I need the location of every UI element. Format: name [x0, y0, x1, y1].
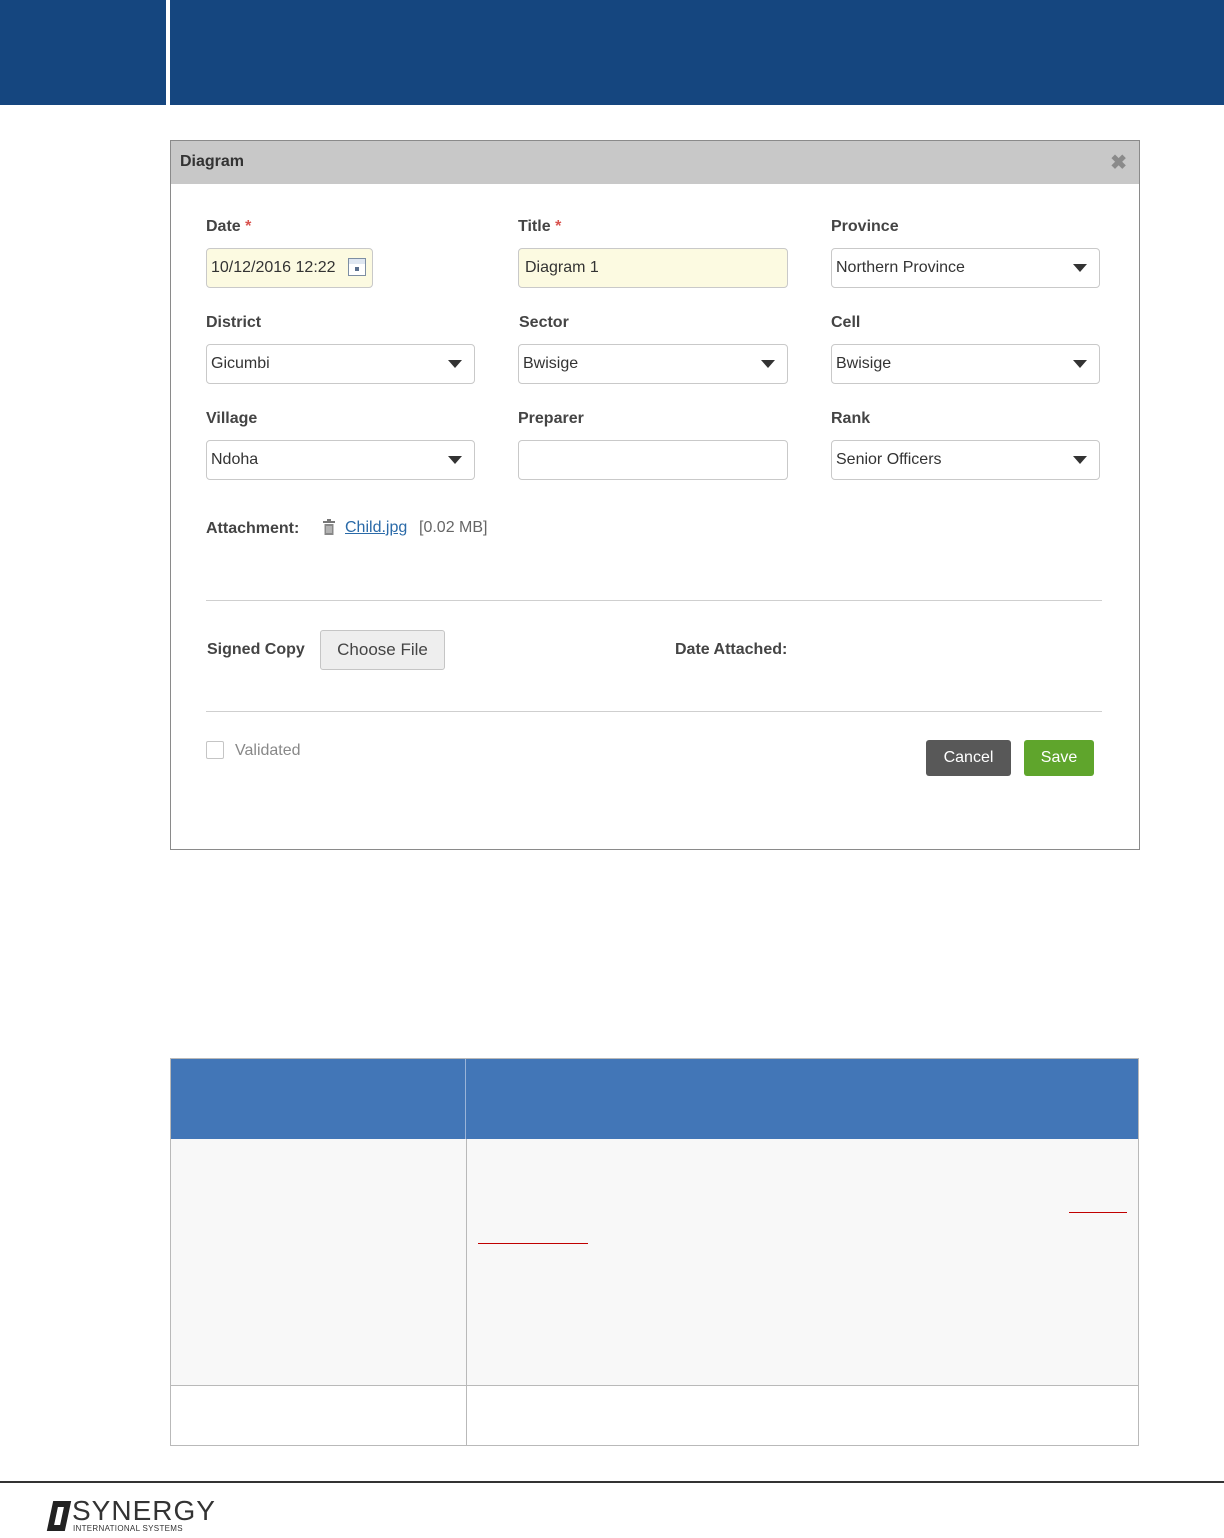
title-value: Diagram 1 [525, 259, 599, 276]
attachment-label: Attachment: [206, 520, 300, 537]
attachment-link[interactable]: Child.jpg [345, 519, 407, 537]
required-mark: * [555, 218, 562, 235]
validated-label: Validated [235, 742, 301, 759]
footer-rule [0, 1481, 1224, 1483]
cell-label: Cell [831, 314, 861, 331]
sector-label: Sector [519, 314, 569, 331]
table-header [171, 1059, 1138, 1139]
trash-icon[interactable] [323, 519, 335, 535]
date-label: Date * [206, 218, 251, 236]
title-label: Title * [518, 218, 561, 236]
chevron-down-icon [448, 456, 462, 464]
calendar-icon[interactable] [348, 258, 366, 276]
village-select[interactable]: Ndoha [206, 440, 475, 480]
hyperlink-underline [478, 1243, 588, 1244]
logo-text: SYNERGY [72, 1495, 216, 1526]
divider [206, 711, 1102, 712]
date-attached-label: Date Attached: [675, 641, 788, 658]
header-bar-right [170, 0, 1224, 105]
chevron-down-icon [761, 360, 775, 368]
village-value: Ndoha [211, 451, 259, 468]
date-value: 10/12/2016 12:22 [211, 259, 336, 276]
logo-subtext: INTERNATIONAL SYSTEMS [73, 1524, 183, 1533]
table-row [171, 1386, 1138, 1445]
chevron-down-icon [1073, 264, 1087, 272]
close-icon[interactable]: ✖ [1110, 150, 1127, 175]
district-select[interactable]: Gicumbi [206, 344, 475, 384]
sector-select[interactable]: Bwisige [518, 344, 788, 384]
title-label-text: Title [518, 218, 551, 235]
hyperlink-underline [1069, 1212, 1127, 1213]
validated-checkbox[interactable] [206, 741, 224, 759]
province-value: Northern Province [836, 259, 965, 276]
attachment-size: [0.02 MB] [419, 519, 488, 536]
district-label: District [206, 314, 262, 331]
province-select[interactable]: Northern Province [831, 248, 1100, 288]
cell-select[interactable]: Bwisige [831, 344, 1100, 384]
chevron-down-icon [1073, 456, 1087, 464]
table-header-cell [171, 1059, 466, 1139]
rank-label: Rank [831, 410, 871, 427]
required-mark: * [245, 218, 252, 235]
sector-value: Bwisige [523, 355, 579, 372]
diagram-dialog: Diagram ✖ Date * 10/12/2016 12:22 Title … [170, 140, 1140, 850]
title-input[interactable]: Diagram 1 [518, 248, 788, 288]
district-value: Gicumbi [211, 355, 270, 372]
table-row [171, 1139, 1138, 1386]
choose-file-button[interactable]: Choose File [320, 630, 445, 670]
dialog-header: Diagram ✖ [171, 141, 1139, 184]
chevron-down-icon [448, 360, 462, 368]
date-field[interactable]: 10/12/2016 12:22 [206, 248, 373, 288]
divider [206, 600, 1102, 601]
save-button[interactable]: Save [1024, 740, 1094, 776]
village-label: Village [206, 410, 258, 427]
header-bar-left [0, 0, 166, 105]
field-description-table [170, 1058, 1139, 1446]
preparer-label: Preparer [518, 410, 584, 427]
table-column-divider [466, 1139, 467, 1445]
dialog-title: Diagram [180, 153, 245, 170]
date-label-text: Date [206, 218, 241, 235]
signed-copy-label: Signed Copy [207, 641, 305, 658]
preparer-input[interactable] [518, 440, 788, 480]
chevron-down-icon [1073, 360, 1087, 368]
rank-value: Senior Officers [836, 451, 942, 468]
rank-select[interactable]: Senior Officers [831, 440, 1100, 480]
cell-value: Bwisige [836, 355, 892, 372]
logo-mark-icon [46, 1501, 72, 1531]
province-label: Province [831, 218, 899, 235]
cancel-button[interactable]: Cancel [926, 740, 1011, 776]
